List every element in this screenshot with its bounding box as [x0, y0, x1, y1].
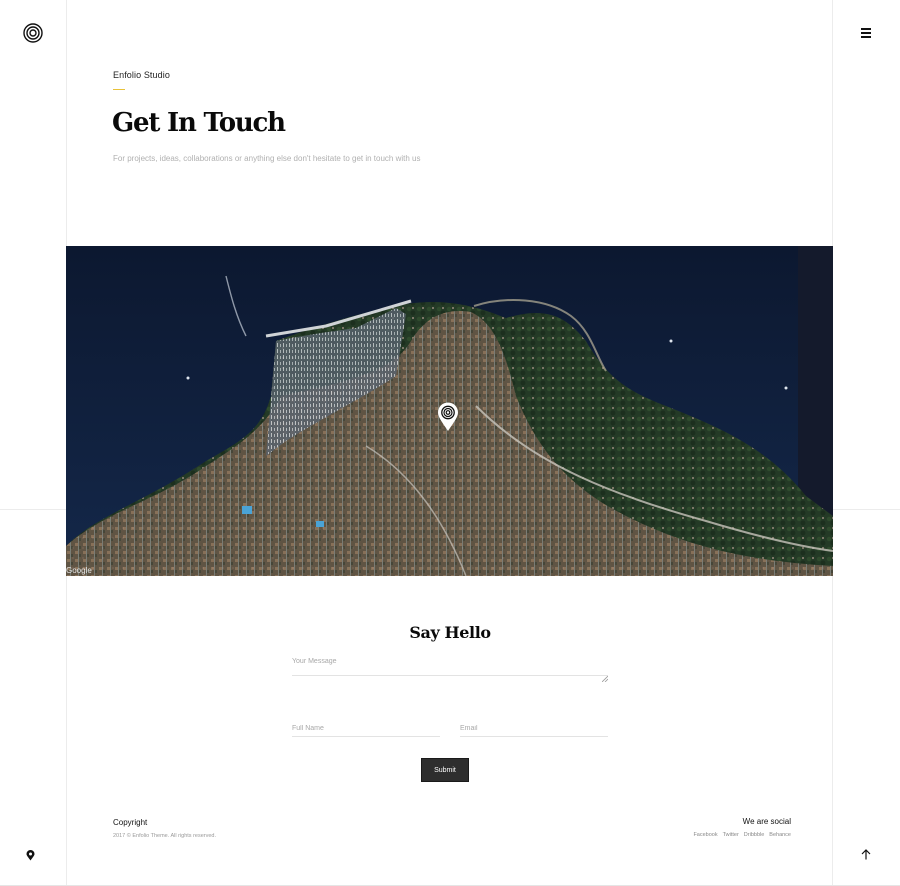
social-link-twitter[interactable]: Twitter — [723, 832, 739, 838]
social-links: Facebook Twitter Dribbble Behance — [693, 832, 791, 838]
map-marker-icon[interactable] — [437, 402, 459, 432]
location-pin-icon[interactable] — [26, 848, 35, 861]
social-link-behance[interactable]: Behance — [769, 832, 791, 838]
email-field[interactable] — [460, 720, 608, 737]
arrow-up-icon[interactable] — [861, 847, 871, 860]
submit-button[interactable]: Submit — [421, 758, 469, 782]
copyright-title: Copyright — [113, 818, 148, 827]
right-frame-divider — [833, 509, 900, 510]
message-field[interactable] — [292, 658, 608, 676]
form-title: Say Hello — [409, 623, 491, 642]
left-frame-divider — [0, 509, 66, 510]
concentric-circles-icon[interactable] — [23, 23, 43, 43]
accent-rule — [113, 89, 125, 90]
social-link-facebook[interactable]: Facebook — [693, 832, 717, 838]
page-title: Get In Touch — [112, 108, 286, 138]
eyebrow-text: Enfolio Studio — [113, 70, 170, 80]
map-attribution: Google — [66, 566, 92, 575]
page-subtitle: For projects, ideas, collaborations or a… — [113, 154, 421, 163]
full-name-field[interactable] — [292, 720, 440, 737]
social-link-dribbble[interactable]: Dribbble — [744, 832, 764, 838]
hamburger-menu-icon[interactable] — [861, 28, 871, 38]
resize-grip-icon[interactable] — [601, 669, 609, 683]
copyright-text: 2017 © Enfolio Theme. All rights reserve… — [113, 833, 217, 839]
social-title: We are social — [742, 817, 791, 826]
